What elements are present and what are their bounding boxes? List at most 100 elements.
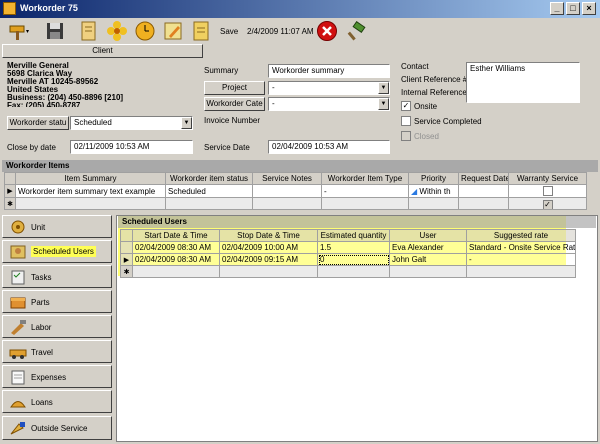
floppy-disk-icon <box>47 23 63 39</box>
category-value: - <box>272 99 275 108</box>
nav-label: Labor <box>31 323 52 332</box>
column-header[interactable]: Stop Date & Time <box>219 229 318 242</box>
user-cell[interactable]: John Galt <box>389 253 467 266</box>
column-header[interactable]: Suggested rate <box>466 229 576 242</box>
closed-label: Closed <box>414 132 439 141</box>
project-select[interactable]: - ▼ <box>268 81 390 95</box>
stop-cell[interactable]: 02/04/2009 09:15 AM <box>219 253 318 266</box>
minimize-button[interactable]: _ <box>550 2 564 15</box>
request-date-cell[interactable] <box>458 184 509 198</box>
rate-cell[interactable]: - <box>466 253 576 266</box>
nav-parts[interactable]: Parts <box>2 290 112 313</box>
nav-loans[interactable]: Loans <box>2 390 112 413</box>
row-header <box>120 229 133 242</box>
service-notes-cell[interactable] <box>252 184 322 198</box>
workorder-items-grid: Item Summary Workorder item status Servi… <box>4 172 587 210</box>
close-workorder-button[interactable] <box>346 20 370 42</box>
priority-value: Within th <box>419 186 451 196</box>
notes-button[interactable] <box>190 20 214 42</box>
empty-cell <box>252 197 322 210</box>
warranty-checkbox[interactable] <box>542 186 553 196</box>
project-value: - <box>272 83 275 92</box>
nav-outside-service[interactable]: Outside Service <box>2 416 112 440</box>
nav-scheduled-users[interactable]: Scheduled Users <box>2 240 112 263</box>
window-title: Workorder 75 <box>20 3 78 13</box>
column-header[interactable]: User <box>389 229 467 242</box>
nav-labor[interactable]: Labor <box>2 315 112 338</box>
close-window-button[interactable]: × <box>582 2 596 15</box>
current-row-arrow-icon: ▶ <box>4 184 16 198</box>
client-button[interactable]: Client <box>2 44 203 58</box>
onsite-label: Onsite <box>414 102 438 111</box>
workorder-menu-button[interactable] <box>8 20 32 42</box>
column-header[interactable]: Estimated quantity <box>317 229 390 242</box>
workorder-status-button[interactable]: Workorder statu <box>7 116 69 130</box>
start-cell[interactable]: 02/04/2009 08:30 AM <box>132 253 220 266</box>
quantity-cell[interactable]: 1.5 <box>317 241 390 254</box>
new-row[interactable]: ✱ <box>120 265 576 278</box>
save-disk-button[interactable] <box>44 20 68 42</box>
nav-unit[interactable]: Unit <box>2 215 112 238</box>
edit-button[interactable] <box>162 20 186 42</box>
priority-cell[interactable]: ◢ Within th <box>408 184 459 198</box>
column-header[interactable]: Workorder Item Type <box>321 172 409 185</box>
empty-cell <box>408 197 459 210</box>
nav-tasks[interactable]: Tasks <box>2 265 112 288</box>
table-row[interactable]: 02/04/2009 08:30 AM 02/04/2009 10:00 AM … <box>120 241 576 254</box>
column-header[interactable]: Request Date <box>458 172 509 185</box>
column-header[interactable]: Service Notes <box>252 172 322 185</box>
clock-button[interactable] <box>134 20 158 42</box>
service-completed-checkbox[interactable] <box>401 116 411 126</box>
chevron-down-icon[interactable]: ▼ <box>378 82 389 94</box>
maximize-button[interactable]: □ <box>566 2 580 15</box>
column-header[interactable]: Warranty Service <box>508 172 587 185</box>
quantity-cell[interactable]: 0 <box>317 253 390 266</box>
onsite-checkbox[interactable]: ✓ <box>401 101 411 111</box>
warranty-cell[interactable] <box>508 184 587 198</box>
hammer-icon <box>9 25 29 40</box>
rate-cell[interactable]: Standard - Onsite Service Rate <box>466 241 576 254</box>
status-value: Scheduled <box>74 118 112 127</box>
delete-button[interactable] <box>316 20 340 42</box>
stop-cell[interactable]: 02/04/2009 10:00 AM <box>219 241 318 254</box>
column-header[interactable]: Start Date & Time <box>132 229 220 242</box>
address-line: Fax: (205) 450-8787 <box>7 102 81 107</box>
item-summary-cell[interactable]: Workorder item summary text example <box>15 184 166 198</box>
start-cell[interactable]: 02/04/2009 08:30 AM <box>132 241 220 254</box>
parts-icon <box>10 297 26 309</box>
row-header <box>4 172 16 185</box>
flower-button[interactable] <box>106 20 130 42</box>
save-label[interactable]: Save <box>220 27 238 36</box>
table-row[interactable]: ▶ Workorder item summary text example Sc… <box>4 184 587 198</box>
contact-field[interactable]: Esther Williams <box>466 62 580 103</box>
close-by-date-field[interactable]: 02/11/2009 10:53 AM <box>70 140 193 154</box>
item-type-cell[interactable]: - <box>321 184 409 198</box>
project-button[interactable]: Project <box>204 81 265 95</box>
workorder-category-button[interactable]: Workorder Cate <box>204 97 265 111</box>
column-header[interactable]: Workorder item status <box>165 172 253 185</box>
nav-label: Expenses <box>31 373 67 382</box>
chevron-down-icon[interactable]: ▼ <box>181 117 192 129</box>
column-header[interactable]: Item Summary <box>15 172 166 185</box>
item-status-cell[interactable]: Scheduled <box>165 184 253 198</box>
service-date-field[interactable]: 02/04/2009 10:53 AM <box>268 140 390 154</box>
loans-icon <box>10 401 26 408</box>
empty-cell <box>219 265 318 278</box>
workorder-status-select[interactable]: Scheduled ▼ <box>70 116 193 130</box>
nav-travel[interactable]: Travel <box>2 340 112 363</box>
contact-label: Contact <box>401 62 429 71</box>
toolbar-datetime: 2/4/2009 11:07 AM <box>247 27 314 36</box>
address-line: Business: (204) 450-8896 [210] <box>7 93 124 102</box>
closed-checkbox <box>401 131 411 141</box>
user-cell[interactable]: Eva Alexander <box>389 241 467 254</box>
table-row[interactable]: ▶ 02/04/2009 08:30 AM 02/04/2009 09:15 A… <box>120 253 576 266</box>
new-row[interactable]: ✱ ✓ <box>4 197 587 210</box>
nav-expenses[interactable]: Expenses <box>2 365 112 388</box>
column-header[interactable]: Priority <box>408 172 459 185</box>
summary-field[interactable]: Workorder summary <box>268 64 390 78</box>
empty-cell <box>317 265 390 278</box>
workorder-category-select[interactable]: - ▼ <box>268 97 390 111</box>
current-row-arrow-icon: ▶ <box>120 253 133 266</box>
report-button[interactable] <box>78 20 102 42</box>
chevron-down-icon[interactable]: ▼ <box>378 98 389 110</box>
